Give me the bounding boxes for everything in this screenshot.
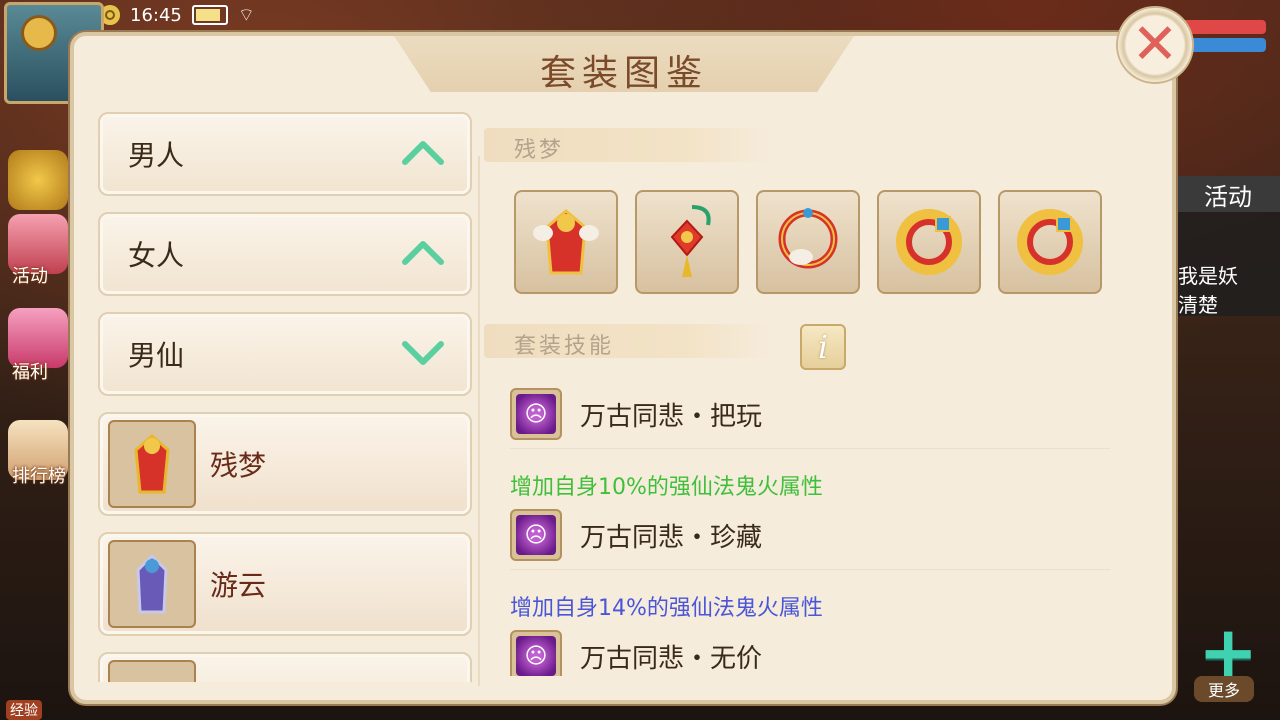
skill-desc: 增加自身10%的强仙法鬼火属性 xyxy=(510,475,823,500)
title-banner: 套装图鉴 xyxy=(394,36,854,92)
pendant-icon[interactable] xyxy=(635,190,739,294)
set-items-row[interactable] xyxy=(514,190,1134,294)
suit-detail-pane[interactable]: 残梦 套装技能 i ☹ 万古同悲・把玩 增加自身10%的强仙法鬼火属性 ☹ 万古… xyxy=(484,128,1134,676)
category-label: 女人 xyxy=(128,239,185,272)
robe-icon xyxy=(108,420,196,508)
activity-panel-line2: 清楚 xyxy=(1178,293,1218,317)
divider-line xyxy=(510,569,1110,570)
category-male[interactable]: 男人 xyxy=(98,112,472,196)
dialog-title: 套装图鉴 xyxy=(539,53,708,94)
chevron-up-icon xyxy=(402,241,444,265)
status-bar: 16:45 ⌔ xyxy=(100,0,255,30)
demon-face-icon: ☹ xyxy=(510,509,562,561)
more-button[interactable]: + 更多 xyxy=(1184,610,1264,704)
close-icon: ✕ xyxy=(1131,12,1179,77)
welfare-label: 福利 xyxy=(12,362,48,383)
activity-label: 活动 xyxy=(12,266,48,287)
necklace-icon[interactable] xyxy=(756,190,860,294)
suit-label: 游云 xyxy=(210,569,267,602)
divider-line xyxy=(510,448,1110,449)
skill-row: ☹ 万古同悲・把玩 xyxy=(510,386,1134,442)
activity-panel-header: 活动 xyxy=(1176,176,1280,212)
set-name-header: 残梦 xyxy=(484,128,774,163)
expand-icon[interactable] xyxy=(8,150,68,210)
more-label: 更多 xyxy=(1194,676,1254,702)
ring-icon[interactable] xyxy=(877,190,981,294)
skill-row: ☹ 万古同悲・珍藏 xyxy=(510,507,1134,563)
info-icon[interactable]: i xyxy=(800,324,846,370)
skill-name: 万古同悲・珍藏 xyxy=(580,522,763,553)
demon-face-icon: ☹ xyxy=(510,388,562,440)
category-female[interactable]: 女人 xyxy=(98,212,472,296)
plus-icon: + xyxy=(1198,610,1259,694)
category-label: 男仙 xyxy=(128,339,185,372)
suit-collection-dialog: 套装图鉴 男人 女人 男仙 残梦 游云 残梦 套装技能 i ☹ 万古同悲・把玩 … xyxy=(70,32,1176,704)
activity-panel-line1: 我是妖 xyxy=(1178,264,1238,288)
chevron-down-icon xyxy=(402,341,444,365)
skill-name: 万古同悲・无价 xyxy=(580,643,763,674)
category-label: 男人 xyxy=(128,139,185,172)
clock: 16:45 xyxy=(130,4,182,26)
battery-icon xyxy=(191,5,228,25)
suit-thumbnail xyxy=(108,660,196,682)
ranking-label: 排行榜 xyxy=(12,466,66,487)
wifi-icon: ⌔ xyxy=(237,4,255,26)
category-list[interactable]: 男人 女人 男仙 残梦 游云 xyxy=(98,112,472,682)
chevron-up-icon xyxy=(402,141,444,165)
skills-list: ☹ 万古同悲・把玩 增加自身10%的强仙法鬼火属性 ☹ 万古同悲・珍藏 增加自身… xyxy=(484,386,1134,676)
skills-header: 套装技能 xyxy=(484,324,774,359)
skill-name: 万古同悲・把玩 xyxy=(580,401,763,432)
suit-item-youyun[interactable]: 游云 xyxy=(98,532,472,636)
set-name: 残梦 xyxy=(514,138,565,163)
skill-row: ☹ 万古同悲・无价 xyxy=(510,628,1134,676)
close-button[interactable]: ✕ xyxy=(1116,6,1194,84)
suit-item-partial[interactable] xyxy=(98,652,472,682)
robe-icon[interactable] xyxy=(514,190,618,294)
skills-header-label: 套装技能 xyxy=(514,334,615,359)
compass-icon xyxy=(21,15,57,51)
left-sidebar: 活动 福利 排行榜 经验 xyxy=(0,0,104,720)
ring-icon[interactable] xyxy=(998,190,1102,294)
skill-desc: 增加自身14%的强仙法鬼火属性 xyxy=(510,596,823,621)
armor-icon xyxy=(108,540,196,628)
category-male-immortal[interactable]: 男仙 xyxy=(98,312,472,396)
demon-face-icon: ☹ xyxy=(510,630,562,676)
column-divider xyxy=(478,156,480,686)
suit-label: 残梦 xyxy=(210,449,267,482)
activity-panel[interactable]: 活动 我是妖 清楚 xyxy=(1176,176,1280,317)
exp-label: 经验 xyxy=(6,700,42,720)
suit-item-canmeng[interactable]: 残梦 xyxy=(98,412,472,516)
